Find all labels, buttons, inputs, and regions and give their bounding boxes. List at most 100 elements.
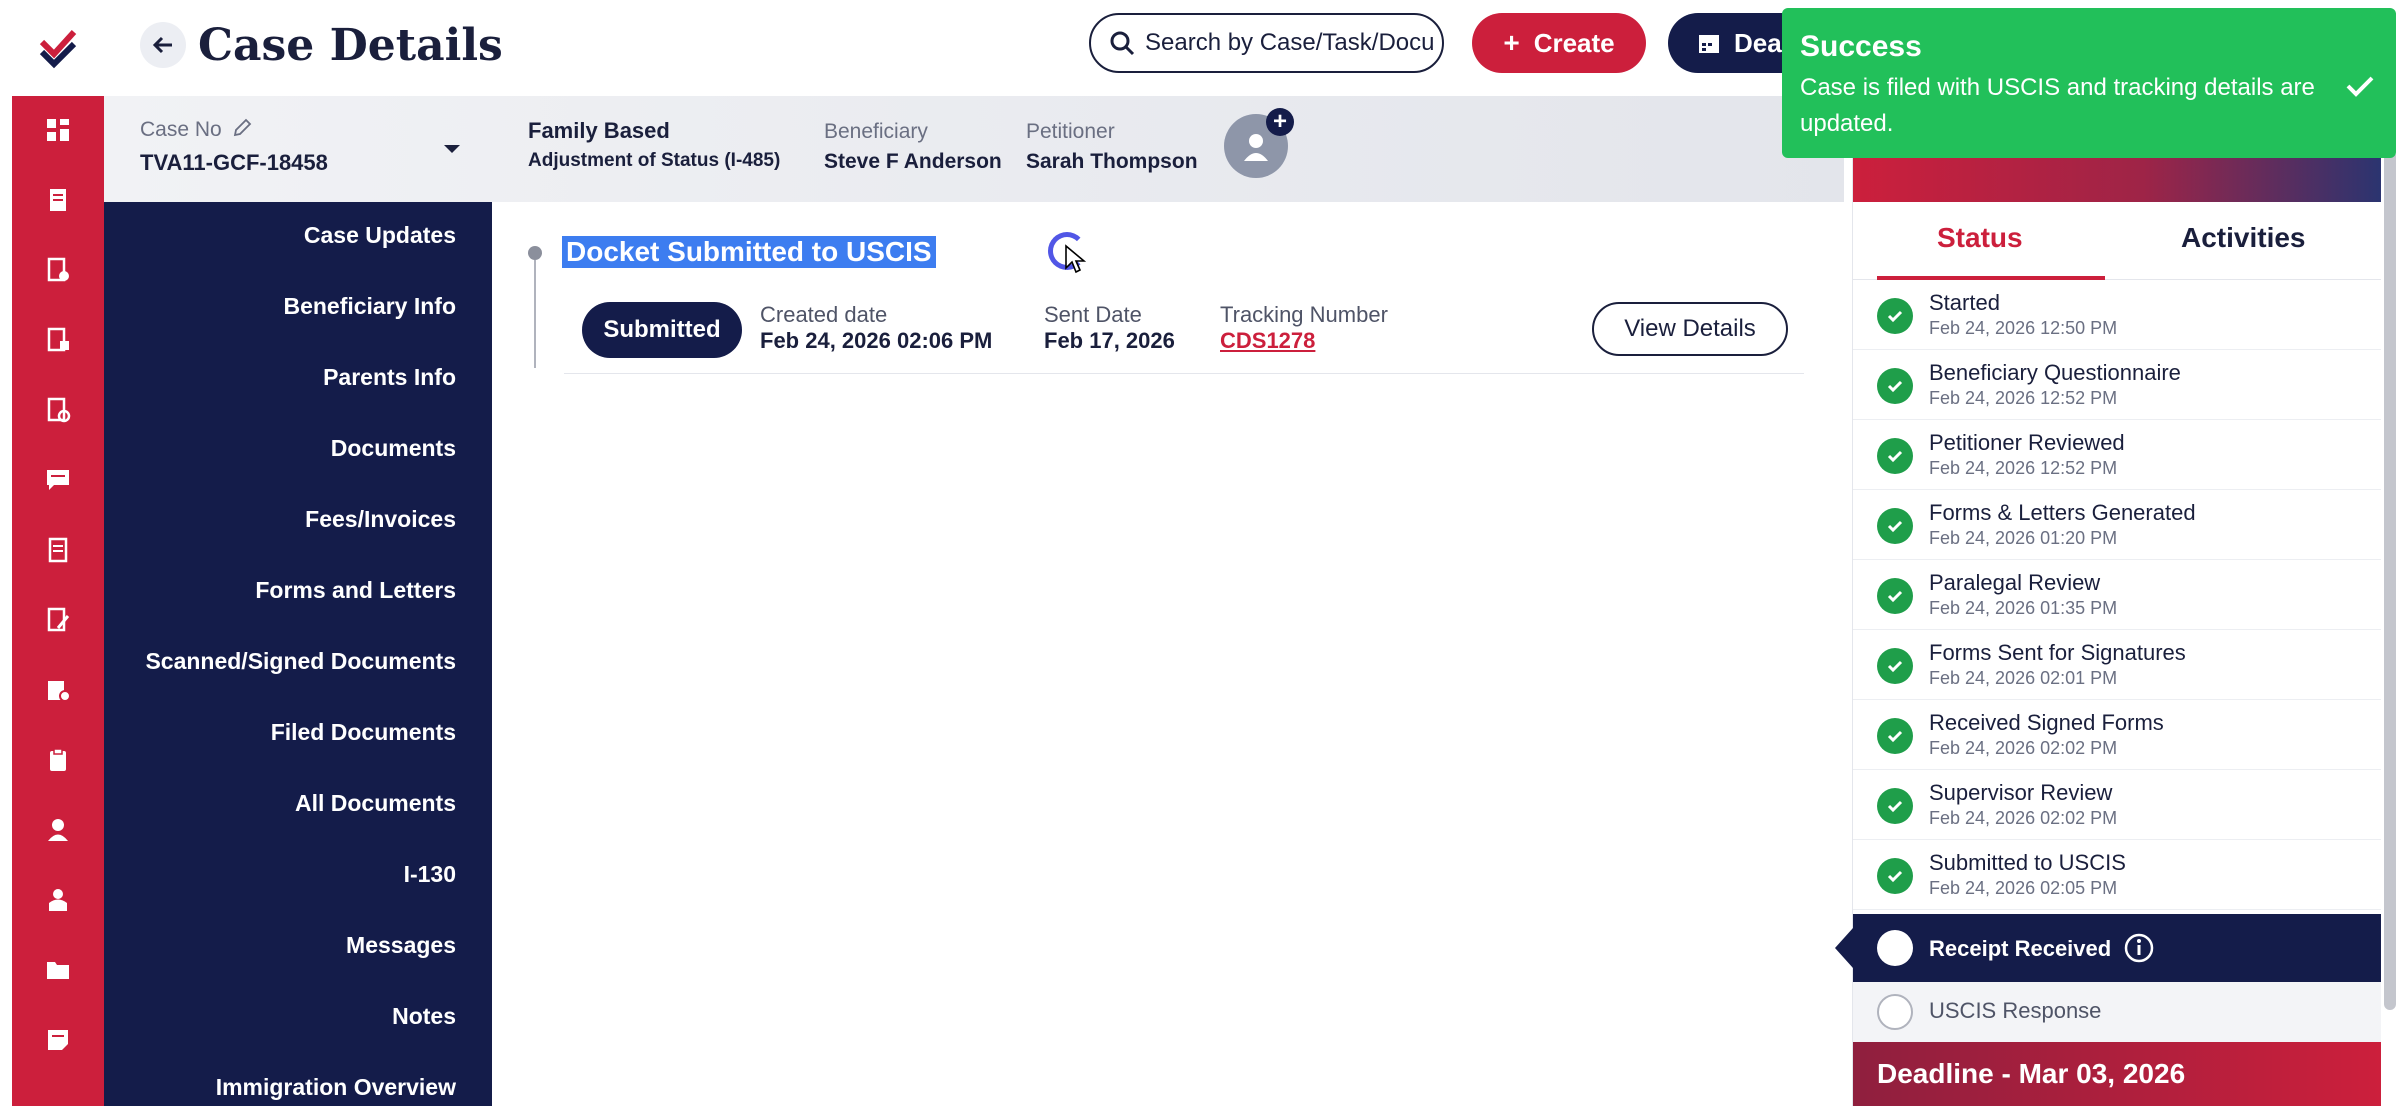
case-subtype: Adjustment of Status (I-485): [528, 150, 781, 171]
status-date: Feb 24, 2026 12:52 PM: [1929, 458, 2118, 478]
check-circle-icon: [1877, 788, 1913, 824]
nav-item-notes[interactable]: Notes: [392, 1003, 456, 1030]
nav-item-i130[interactable]: I-130: [404, 861, 456, 888]
toast-title: Success: [1800, 30, 1922, 63]
tab-status[interactable]: Status: [1937, 222, 2023, 254]
nav-item-immigration-overview[interactable]: Immigration Overview: [216, 1074, 456, 1101]
case-updates-content: Docket Submitted to USCIS Submitted Crea…: [492, 202, 1852, 1106]
cases-icon[interactable]: [42, 184, 74, 216]
status-item: Received Signed Forms Feb 24, 2026 02:02…: [1853, 700, 2381, 770]
status-item: Submitted to USCIS Feb 24, 2026 02:05 PM: [1853, 840, 2381, 910]
case-info-bar: Case No TVA11-GCF-18458 Family Based Adj…: [104, 96, 1844, 202]
nav-item-forms-letters[interactable]: Forms and Letters: [255, 577, 456, 604]
sent-date-value: Feb 17, 2026: [1044, 328, 1175, 353]
search-placeholder: Search by Case/Task/Docu: [1145, 29, 1435, 56]
case-side-nav: Case Updates Beneficiary Info Parents In…: [104, 202, 492, 1106]
status-title: Started: [1929, 290, 2000, 315]
nav-item-messages[interactable]: Messages: [346, 932, 456, 959]
app-logo[interactable]: [12, 0, 104, 96]
filing-icon[interactable]: [42, 674, 74, 706]
status-date: Feb 24, 2026 12:52 PM: [1929, 388, 2118, 408]
check-circle-icon: [1877, 718, 1913, 754]
status-title: Paralegal Review: [1929, 570, 2101, 595]
deadlines-label: Dea: [1734, 27, 1782, 58]
checkmark-icon: [2346, 76, 2374, 97]
search-input[interactable]: Search by Case/Task/Docu: [1089, 13, 1444, 73]
check-circle-icon: [1877, 438, 1913, 474]
status-title: USCIS Response: [1929, 998, 2102, 1023]
check-circle-icon: [1877, 578, 1913, 614]
case-category: Family Based: [528, 118, 670, 143]
status-item: Forms & Letters Generated Feb 24, 2026 0…: [1853, 490, 2381, 560]
case-number: TVA11-GCF-18458: [140, 150, 328, 175]
case-dropdown[interactable]: [442, 142, 462, 161]
receipt-icon[interactable]: [42, 534, 74, 566]
status-panel: Status Activities Started Feb 24, 2026 1…: [1835, 96, 2381, 1106]
petitioner-name: Sarah Thompson: [1026, 150, 1198, 173]
chat-icon[interactable]: [42, 464, 74, 496]
back-button[interactable]: [140, 22, 186, 68]
status-item-active[interactable]: Receipt Received: [1835, 914, 2381, 982]
nav-item-fees-invoices[interactable]: Fees/Invoices: [305, 506, 456, 533]
panel-scrollbar[interactable]: [2384, 150, 2396, 1010]
status-item: Beneficiary Questionnaire Feb 24, 2026 1…: [1853, 350, 2381, 420]
arrow-left-icon: [152, 36, 172, 54]
view-details-button[interactable]: View Details: [1592, 302, 1788, 356]
timeline-dot: [528, 246, 542, 260]
edit-document-icon[interactable]: [42, 604, 74, 636]
created-date-label: Created date: [760, 302, 888, 327]
status-title: Supervisor Review: [1929, 780, 2113, 805]
pencil-icon[interactable]: [232, 118, 252, 138]
toast-message: Case is filed with USCIS and tracking de…: [1800, 74, 2315, 137]
note-icon[interactable]: [42, 1024, 74, 1056]
status-date: Feb 24, 2026 01:20 PM: [1929, 528, 2118, 548]
status-date: Feb 24, 2026 02:02 PM: [1929, 738, 2118, 758]
clipboard-icon[interactable]: [42, 744, 74, 776]
status-item: Petitioner Reviewed Feb 24, 2026 12:52 P…: [1853, 420, 2381, 490]
tracking-number-link[interactable]: CDS1278: [1220, 328, 1315, 354]
status-title: Received Signed Forms: [1929, 710, 2164, 735]
nav-item-documents[interactable]: Documents: [331, 435, 456, 462]
folder-icon[interactable]: [42, 954, 74, 986]
nav-item-filed-documents[interactable]: Filed Documents: [271, 719, 456, 746]
mouse-cursor-icon: [1065, 244, 1086, 274]
created-date-value: Feb 24, 2026 02:06 PM: [760, 328, 993, 353]
status-date: Feb 24, 2026 01:35 PM: [1929, 598, 2118, 618]
create-label: Create: [1533, 27, 1615, 58]
status-title: Receipt Received: [1929, 932, 2155, 964]
status-item-pending: USCIS Response: [1853, 982, 2381, 1042]
beneficiary-name: Steve F Anderson: [824, 150, 1002, 173]
deadline-banner: Deadline - Mar 03, 2026: [1853, 1042, 2381, 1106]
docket-card: Submitted Created date Feb 24, 2026 02:0…: [564, 282, 1804, 374]
status-item: Forms Sent for Signatures Feb 24, 2026 0…: [1853, 630, 2381, 700]
chevron-down-icon: [444, 145, 460, 153]
tab-activities[interactable]: Activities: [2181, 222, 2306, 254]
user-icon[interactable]: [42, 814, 74, 846]
search-icon: [1110, 31, 1135, 56]
document-check-icon[interactable]: [42, 254, 74, 286]
check-circle-icon: [1877, 508, 1913, 544]
nav-item-scanned-signed[interactable]: Scanned/Signed Documents: [145, 648, 456, 675]
status-date: Feb 24, 2026 02:05 PM: [1929, 878, 2118, 898]
add-contact-icon[interactable]: +: [1266, 108, 1294, 136]
nav-item-parents-info[interactable]: Parents Info: [323, 364, 456, 391]
create-button[interactable]: + Create: [1472, 13, 1646, 73]
nav-item-case-updates[interactable]: Case Updates: [304, 222, 456, 249]
contact-icon[interactable]: [42, 884, 74, 916]
review-icon[interactable]: [42, 394, 74, 426]
forms-icon[interactable]: [42, 324, 74, 356]
check-circle-icon: [1877, 298, 1913, 334]
status-title: Forms & Letters Generated: [1929, 500, 2196, 525]
nav-item-all-documents[interactable]: All Documents: [295, 790, 456, 817]
success-toast[interactable]: Success Case is filed with USCIS and tra…: [1782, 8, 2396, 158]
dashboard-icon[interactable]: [42, 114, 74, 146]
status-item: Paralegal Review Feb 24, 2026 01:35 PM: [1853, 560, 2381, 630]
sent-date-label: Sent Date: [1044, 302, 1142, 327]
nav-item-beneficiary-info[interactable]: Beneficiary Info: [283, 293, 456, 320]
plus-icon: +: [1503, 27, 1520, 58]
status-title: Beneficiary Questionnaire: [1929, 360, 2181, 385]
info-icon[interactable]: [2123, 932, 2155, 964]
pending-circle-icon: [1877, 930, 1913, 966]
status-title: Petitioner Reviewed: [1929, 430, 2125, 455]
logo-icon: [39, 29, 77, 69]
